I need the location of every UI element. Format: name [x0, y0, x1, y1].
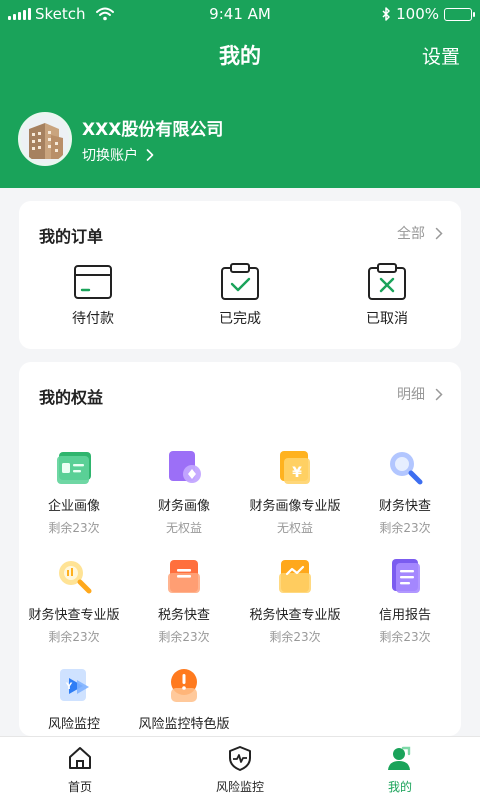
company-name: XXX股份有限公司 — [82, 120, 224, 140]
benefit-name: 税务快查 — [157, 608, 210, 623]
id-card-icon — [57, 452, 91, 484]
chevron-right-icon — [146, 149, 154, 161]
benefit-name: 财务画像 — [157, 499, 210, 514]
user-icon — [388, 746, 411, 770]
battery-group: 100% — [382, 5, 475, 23]
order-cancelled[interactable]: 已取消 — [337, 263, 437, 328]
benefit-finance-profile-pro[interactable]: ¥ 财务画像专业版 无权益 — [240, 446, 350, 536]
chevron-right-icon — [435, 388, 443, 400]
rights-title: 我的权益 — [39, 388, 104, 407]
company-avatar[interactable] — [18, 112, 72, 166]
benefit-name: 信用报告 — [378, 608, 431, 623]
tab-home[interactable]: 首页 — [20, 745, 140, 795]
switch-account-link[interactable]: 切换账户 — [82, 145, 154, 165]
profile-header: Sketch 9:41 AM 100% 我的 设置 XXX股份有限公司 切换账户 — [0, 0, 480, 188]
order-cancelled-label: 已取消 — [366, 311, 408, 327]
wallet-card-icon — [74, 265, 112, 299]
benefit-finance-profile[interactable]: 财务画像 无权益 — [129, 446, 239, 536]
benefit-credit-report[interactable]: 信用报告 剩余23次 — [350, 555, 460, 645]
rights-detail-link[interactable]: 明细 — [397, 384, 443, 404]
benefit-tax-quickcheck[interactable]: 税务快查 剩余23次 — [129, 555, 239, 645]
benefit-remaining: 剩余23次 — [158, 630, 210, 644]
tab-risk-monitor[interactable]: 风险监控 — [180, 745, 300, 795]
shield-pulse-icon — [229, 746, 251, 771]
home-icon — [69, 747, 91, 769]
orders-title: 我的订单 — [39, 227, 104, 246]
orders-card: 我的订单 全部 待付款 已完成 已取消 — [19, 201, 461, 349]
rights-card: 我的权益 明细 企业画像 剩余23次 财务画像 无权益 ¥ 财务画像专业版 无权… — [19, 362, 461, 736]
benefit-name: 风险监控 — [47, 717, 100, 732]
benefit-remaining: 无权益 — [276, 521, 313, 535]
battery-icon — [444, 7, 475, 21]
warning-icon — [171, 669, 197, 702]
order-completed[interactable]: 已完成 — [190, 263, 290, 328]
page-title: 我的 — [219, 44, 261, 68]
battery-percent: 100% — [396, 5, 439, 23]
settings-button[interactable]: 设置 — [422, 42, 460, 69]
benefit-remaining: 剩余23次 — [48, 521, 100, 535]
benefit-remaining: 剩余23次 — [379, 521, 431, 535]
tab-bar: 首页 风险监控 我的 — [0, 736, 480, 800]
benefit-remaining: 剩余23次 — [48, 630, 100, 644]
report-icon — [392, 559, 420, 593]
benefit-name: 财务快查专业版 — [28, 608, 120, 623]
orders-all-label: 全部 — [397, 226, 425, 242]
yuan-icon: ¥ — [280, 451, 310, 484]
benefit-finance-quickcheck[interactable]: 财务快查 剩余23次 — [350, 446, 460, 536]
orders-all-link[interactable]: 全部 — [397, 223, 443, 243]
benefit-finance-quickcheck-pro[interactable]: 财务快查专业版 剩余23次 — [19, 555, 129, 645]
risk-monitor-icon: Y — [60, 669, 89, 701]
benefit-risk-monitor[interactable]: Y 风险监控 — [19, 664, 129, 732]
benefit-remaining: 无权益 — [165, 521, 202, 535]
switch-account-label: 切换账户 — [82, 148, 138, 164]
clipboard-check-icon — [221, 263, 259, 300]
benefit-name: 财务快查 — [378, 499, 431, 514]
benefit-name: 财务画像专业版 — [249, 499, 341, 514]
tax-chart-icon — [279, 560, 311, 593]
tab-mine-label: 我的 — [387, 780, 412, 794]
building-icon — [21, 115, 69, 163]
svg-text:¥: ¥ — [292, 465, 302, 481]
status-bar: Sketch 9:41 AM 100% — [0, 0, 480, 28]
order-pending-label: 待付款 — [72, 311, 114, 327]
tab-home-label: 首页 — [67, 780, 92, 794]
magnifier-icon — [390, 452, 423, 485]
order-completed-label: 已完成 — [219, 311, 261, 327]
benefit-name: 税务快查专业版 — [249, 608, 341, 623]
clipboard-x-icon — [368, 263, 406, 300]
benefit-enterprise-profile[interactable]: 企业画像 剩余23次 — [19, 446, 129, 536]
benefit-name: 风险监控特色版 — [138, 717, 230, 732]
benefit-remaining: 剩余23次 — [379, 630, 431, 644]
tab-risk-monitor-label: 风险监控 — [215, 780, 264, 794]
benefit-name: 企业画像 — [47, 499, 100, 514]
rights-detail-label: 明细 — [397, 387, 425, 403]
benefit-risk-monitor-special[interactable]: 风险监控特色版 — [129, 664, 239, 732]
order-pending-payment[interactable]: 待付款 — [43, 263, 143, 328]
finance-profile-icon — [169, 451, 201, 483]
svg-text:Y: Y — [65, 682, 73, 692]
tax-doc-icon — [168, 560, 200, 593]
tab-mine[interactable]: 我的 — [340, 745, 460, 795]
bluetooth-icon — [382, 7, 390, 21]
benefit-tax-quickcheck-pro[interactable]: 税务快查专业版 剩余23次 — [240, 555, 350, 645]
benefit-remaining: 剩余23次 — [269, 630, 321, 644]
chevron-right-icon — [435, 227, 443, 239]
magnifier-pro-icon — [59, 561, 92, 594]
